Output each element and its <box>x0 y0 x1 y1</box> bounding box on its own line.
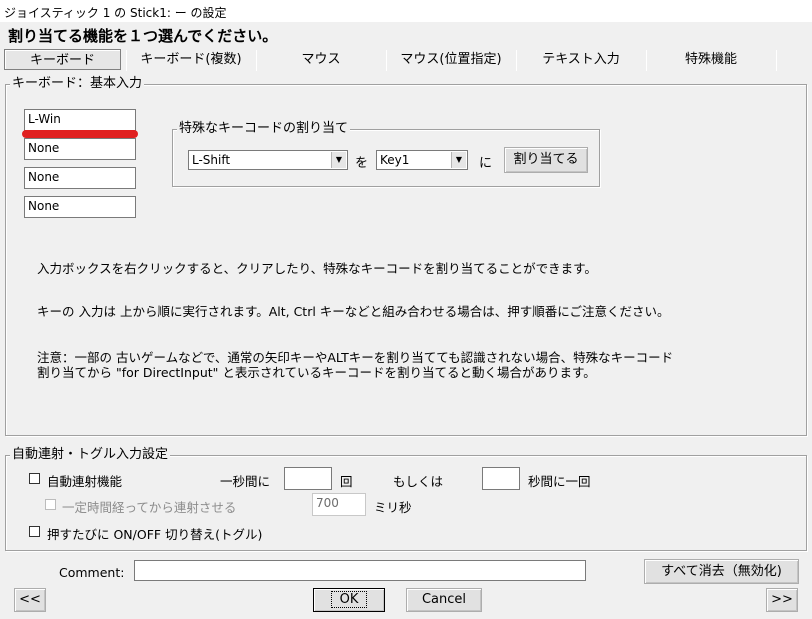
tab-mouse-position[interactable]: マウス(位置指定) <box>388 49 514 70</box>
prev-button[interactable]: << <box>14 588 46 612</box>
toggle-checkbox[interactable] <box>29 526 40 537</box>
per-second-label: 一秒間に <box>220 474 271 489</box>
assign-button[interactable]: 割り当てる <box>504 147 588 173</box>
autofire-group-label: 自動連射・トグル入力設定 <box>10 447 171 462</box>
tab-keyboard[interactable]: キーボード <box>4 49 121 70</box>
tab-separator <box>386 50 387 71</box>
ms-label: ミリ秒 <box>374 500 412 515</box>
special-keycode-label: 特殊なキーコードの割り当て <box>177 121 351 136</box>
tab-keyboard-multiple[interactable]: キーボード(複数) <box>128 49 254 70</box>
autofire-label: 自動連射機能 <box>47 474 123 489</box>
tab-separator <box>126 50 127 71</box>
tab-mouse[interactable]: マウス <box>258 49 384 70</box>
info-line-order: キーの 入力は 上から順に実行されます。Alt, Ctrl キーなどと組み合わせ… <box>37 304 670 319</box>
keyboard-group-label: キーボード：基本入力 <box>10 76 145 91</box>
toggle-label: 押すたびに ON/OFF 切り替え(トグル) <box>47 527 263 542</box>
page-heading: 割り当てる機能を１つ選んでください。 <box>8 27 278 45</box>
chevron-down-icon[interactable]: ▼ <box>331 152 346 168</box>
times-label: 回 <box>340 474 353 489</box>
source-key-value: L-Shift <box>192 153 231 167</box>
delay-label: 一定時間経ってから連射させる <box>62 500 237 515</box>
source-key-select[interactable]: L-Shift ▼ <box>188 150 348 170</box>
comment-input[interactable] <box>134 560 586 581</box>
wo-label: を <box>355 156 369 171</box>
window-title: ジョイスティック 1 の Stick1: ー の設定 <box>0 0 812 22</box>
tab-special-functions[interactable]: 特殊機能 <box>648 49 774 70</box>
cancel-button[interactable]: Cancel <box>406 588 482 612</box>
tab-text-input[interactable]: テキスト入力 <box>518 49 644 70</box>
key-input-3[interactable]: None <box>24 167 136 189</box>
comment-label: Comment: <box>59 565 125 580</box>
autofire-checkbox[interactable] <box>29 473 40 484</box>
delay-ms-input[interactable]: 700 <box>312 493 366 516</box>
clear-all-button[interactable]: すべて消去（無効化) <box>644 559 799 584</box>
ok-button[interactable]: OK <box>313 588 385 612</box>
seconds-label: 秒間に一回 <box>528 474 591 489</box>
per-second-input[interactable] <box>284 467 332 490</box>
delay-checkbox[interactable] <box>45 499 56 510</box>
ni-label: に <box>479 156 493 171</box>
key-input-1[interactable]: L-Win <box>24 109 136 131</box>
next-button[interactable]: >> <box>766 588 798 612</box>
info-line-right-click: 入力ボックスを右クリックすると、クリアしたり、特殊なキーコードを割り当てることが… <box>37 261 597 276</box>
tab-separator <box>256 50 257 71</box>
seconds-input[interactable] <box>482 467 520 490</box>
chevron-down-icon[interactable]: ▼ <box>451 152 466 168</box>
tab-separator <box>646 50 647 71</box>
info-line-note-2: 割り当てから "for DirectInput" と表示されているキーコードを割… <box>37 365 596 380</box>
ok-label: OK <box>330 591 368 608</box>
red-underline-annotation <box>22 130 138 138</box>
tab-separator <box>776 50 777 71</box>
tab-separator <box>516 50 517 71</box>
or-label: もしくは <box>393 474 444 489</box>
key-input-4[interactable]: None <box>24 196 136 218</box>
target-key-value: Key1 <box>380 153 410 167</box>
key-input-2[interactable]: None <box>24 138 136 160</box>
target-key-select[interactable]: Key1 ▼ <box>376 150 468 170</box>
info-line-note-1: 注意：一部の 古いゲームなどで、通常の矢印キーやALTキーを割り当てても認識され… <box>37 350 674 365</box>
